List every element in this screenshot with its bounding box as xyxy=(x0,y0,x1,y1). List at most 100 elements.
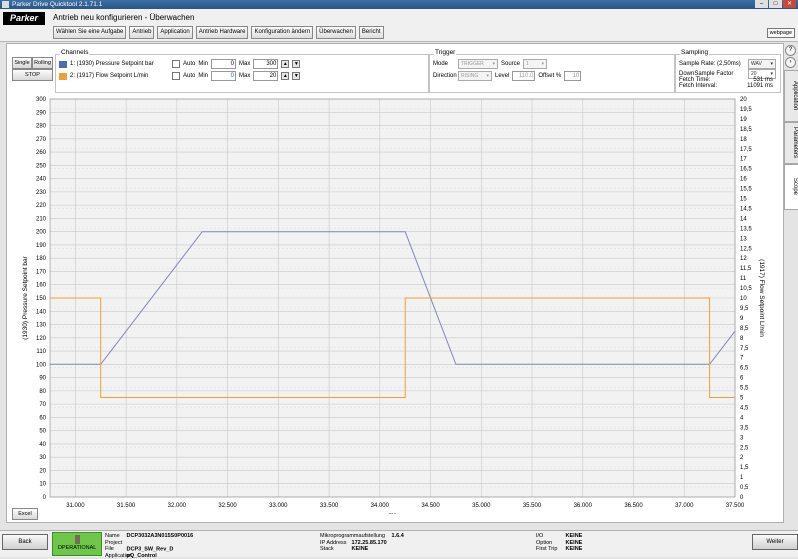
stack-value: KEINE xyxy=(352,546,369,552)
y2-tick-label: 11 xyxy=(740,276,747,282)
channel-1-min-input[interactable]: 0 xyxy=(211,59,236,69)
y2-tick-label: 0 xyxy=(740,495,744,501)
source-select[interactable]: 1▾ xyxy=(523,59,547,69)
tab-parameters[interactable]: Parameters xyxy=(784,122,798,164)
x-tick-label: 31.500 xyxy=(117,503,136,509)
help-icon[interactable]: ? xyxy=(785,45,796,56)
webpage-button[interactable]: webpage xyxy=(767,28,795,38)
rolling-button[interactable]: Rolling xyxy=(32,57,53,69)
status-lamp-icon xyxy=(75,535,80,544)
trigger-row-2: Direction RISING▾ Level 110.0 Offset % 1… xyxy=(433,71,581,81)
nav-monitor[interactable]: Überwachen xyxy=(316,26,356,39)
y2-tick-label: 19 xyxy=(740,117,747,123)
y-tick-label: 200 xyxy=(36,230,47,236)
level-input[interactable]: 110.0 xyxy=(512,71,535,81)
fetch-interval-value: 11091 ms xyxy=(747,83,773,89)
channels-title: Channels xyxy=(60,49,89,56)
x-tick-label: 36.500 xyxy=(624,503,643,509)
minimize-icon[interactable]: – xyxy=(755,0,768,8)
channel-2-color xyxy=(59,73,67,80)
channel-1-max-label: Max xyxy=(239,61,250,67)
direction-select[interactable]: RISING▾ xyxy=(458,71,492,81)
name-value: DCP3032A3N015S0P0016 xyxy=(127,533,194,539)
nav-drive-hardware[interactable]: Antrieb Hardware xyxy=(196,26,249,39)
weiter-button[interactable]: Weiter xyxy=(752,534,798,550)
y2-tick-label: 14,5 xyxy=(740,206,752,212)
sample-rate-select[interactable]: WAV▾ xyxy=(748,59,776,69)
channel-2-auto-checkbox[interactable] xyxy=(172,72,180,80)
channels-group: Channels 1: (1930) Pressure Setpoint bar… xyxy=(55,54,429,93)
y-tick-label: 230 xyxy=(36,190,47,196)
channel-2-max-label: Max xyxy=(239,73,250,79)
io-info: I/O KEINE Option KEINE First Trip KEINE xyxy=(536,533,582,553)
nav-report[interactable]: Bericht xyxy=(359,26,384,39)
y-tick-label: 160 xyxy=(36,283,47,289)
stop-button[interactable]: STOP xyxy=(12,69,53,81)
y2-tick-label: 6 xyxy=(740,376,744,382)
x-tick-label: 35.500 xyxy=(523,503,542,509)
y-tick-label: 60 xyxy=(39,415,46,421)
firmware-info: Mikroprogrammaufstellung 1.6.4 IP Addres… xyxy=(320,533,404,553)
source-label: Source xyxy=(501,61,520,67)
level-label: Level xyxy=(495,73,509,79)
nav-select-task[interactable]: Wählen Sie eine Aufgabe xyxy=(53,26,126,39)
channel-1-color xyxy=(59,61,67,68)
spin-down-icon[interactable]: ▼ xyxy=(292,72,300,80)
channel-1-max-input[interactable]: 300 xyxy=(253,59,278,69)
tab-application[interactable]: Application xyxy=(784,70,798,122)
y2-tick-label: 17,5 xyxy=(740,147,752,153)
y2-tick-label: 19,5 xyxy=(740,107,752,113)
y-tick-label: 100 xyxy=(36,362,47,368)
spin-up-icon[interactable]: ▲ xyxy=(281,60,289,68)
y2-tick-label: 15,5 xyxy=(740,187,752,193)
y2-tick-label: 7,5 xyxy=(740,346,749,352)
x-tick-label: 35.000 xyxy=(472,503,491,509)
channel-2-min-input[interactable]: 0 xyxy=(211,71,236,81)
y-tick-label: 30 xyxy=(39,455,46,461)
y2-tick-label: 8 xyxy=(740,336,744,342)
spin-up-icon[interactable]: ▲ xyxy=(281,72,289,80)
x-tick-label: 33.000 xyxy=(269,503,288,509)
channel-2-max-input[interactable]: 20 xyxy=(253,71,278,81)
maximize-icon[interactable]: □ xyxy=(769,0,782,8)
channel-2-min-label: Min xyxy=(198,73,208,79)
y2-tick-label: 5,5 xyxy=(740,386,749,392)
y2-tick-label: 8,5 xyxy=(740,326,749,332)
y2-tick-label: 1,5 xyxy=(740,465,749,471)
nav-drive[interactable]: Antrieb xyxy=(129,26,154,39)
x-tick-labels: 31.00031.50032.00032.50033.00033.50034.0… xyxy=(66,503,745,509)
nav-change-config[interactable]: Konfiguration ändern xyxy=(251,26,313,39)
y2-tick-label: 16,5 xyxy=(740,167,752,173)
parker-logo: Parker xyxy=(3,12,45,25)
status-footer: Back OPERATIONAL Name DCP3032A3N015S0P00… xyxy=(0,530,798,557)
excel-button[interactable]: Excel xyxy=(12,508,38,520)
x-tick-label: 37.000 xyxy=(675,503,694,509)
y2-tick-label: 11,5 xyxy=(740,266,752,272)
project-value: DCP3_SW_Rev_D xyxy=(127,546,174,552)
y2-tick-label: 2 xyxy=(740,455,744,461)
mode-select[interactable]: TRIGGER▾ xyxy=(458,59,498,69)
y-tick-label: 280 xyxy=(36,124,47,130)
spin-down-icon[interactable]: ▼ xyxy=(292,60,300,68)
nav-application[interactable]: Application xyxy=(157,26,192,39)
arrow-right-icon[interactable]: › xyxy=(785,57,796,68)
single-button[interactable]: Single xyxy=(12,57,32,69)
channel-1-auto-checkbox[interactable] xyxy=(172,60,180,68)
drive-info: Name DCP3032A3N015S0P0016 Project File D… xyxy=(105,533,193,559)
offset-input[interactable]: 10 xyxy=(564,71,581,81)
y-tick-label: 90 xyxy=(39,376,46,382)
channel-1-label: 1: (1930) Pressure Setpoint bar xyxy=(70,61,169,67)
y-tick-label: 250 xyxy=(36,163,47,169)
back-button[interactable]: Back xyxy=(2,534,48,550)
y-tick-label: 180 xyxy=(36,256,47,262)
close-icon[interactable]: ✕ xyxy=(783,0,796,8)
y2-tick-label: 3,5 xyxy=(740,425,749,431)
y2-tick-label: 18,5 xyxy=(740,127,752,133)
option-value: KEINE xyxy=(566,540,583,546)
x-tick-label: 36.000 xyxy=(574,503,593,509)
tab-scope[interactable]: Scope xyxy=(784,164,798,210)
y2-tick-label: 15 xyxy=(740,197,747,203)
channel-2-label: 2: (1917) Flow Setpoint L/min xyxy=(70,73,169,79)
y-tick-label: 270 xyxy=(36,137,47,143)
first-trip-value: KEINE xyxy=(566,546,583,552)
